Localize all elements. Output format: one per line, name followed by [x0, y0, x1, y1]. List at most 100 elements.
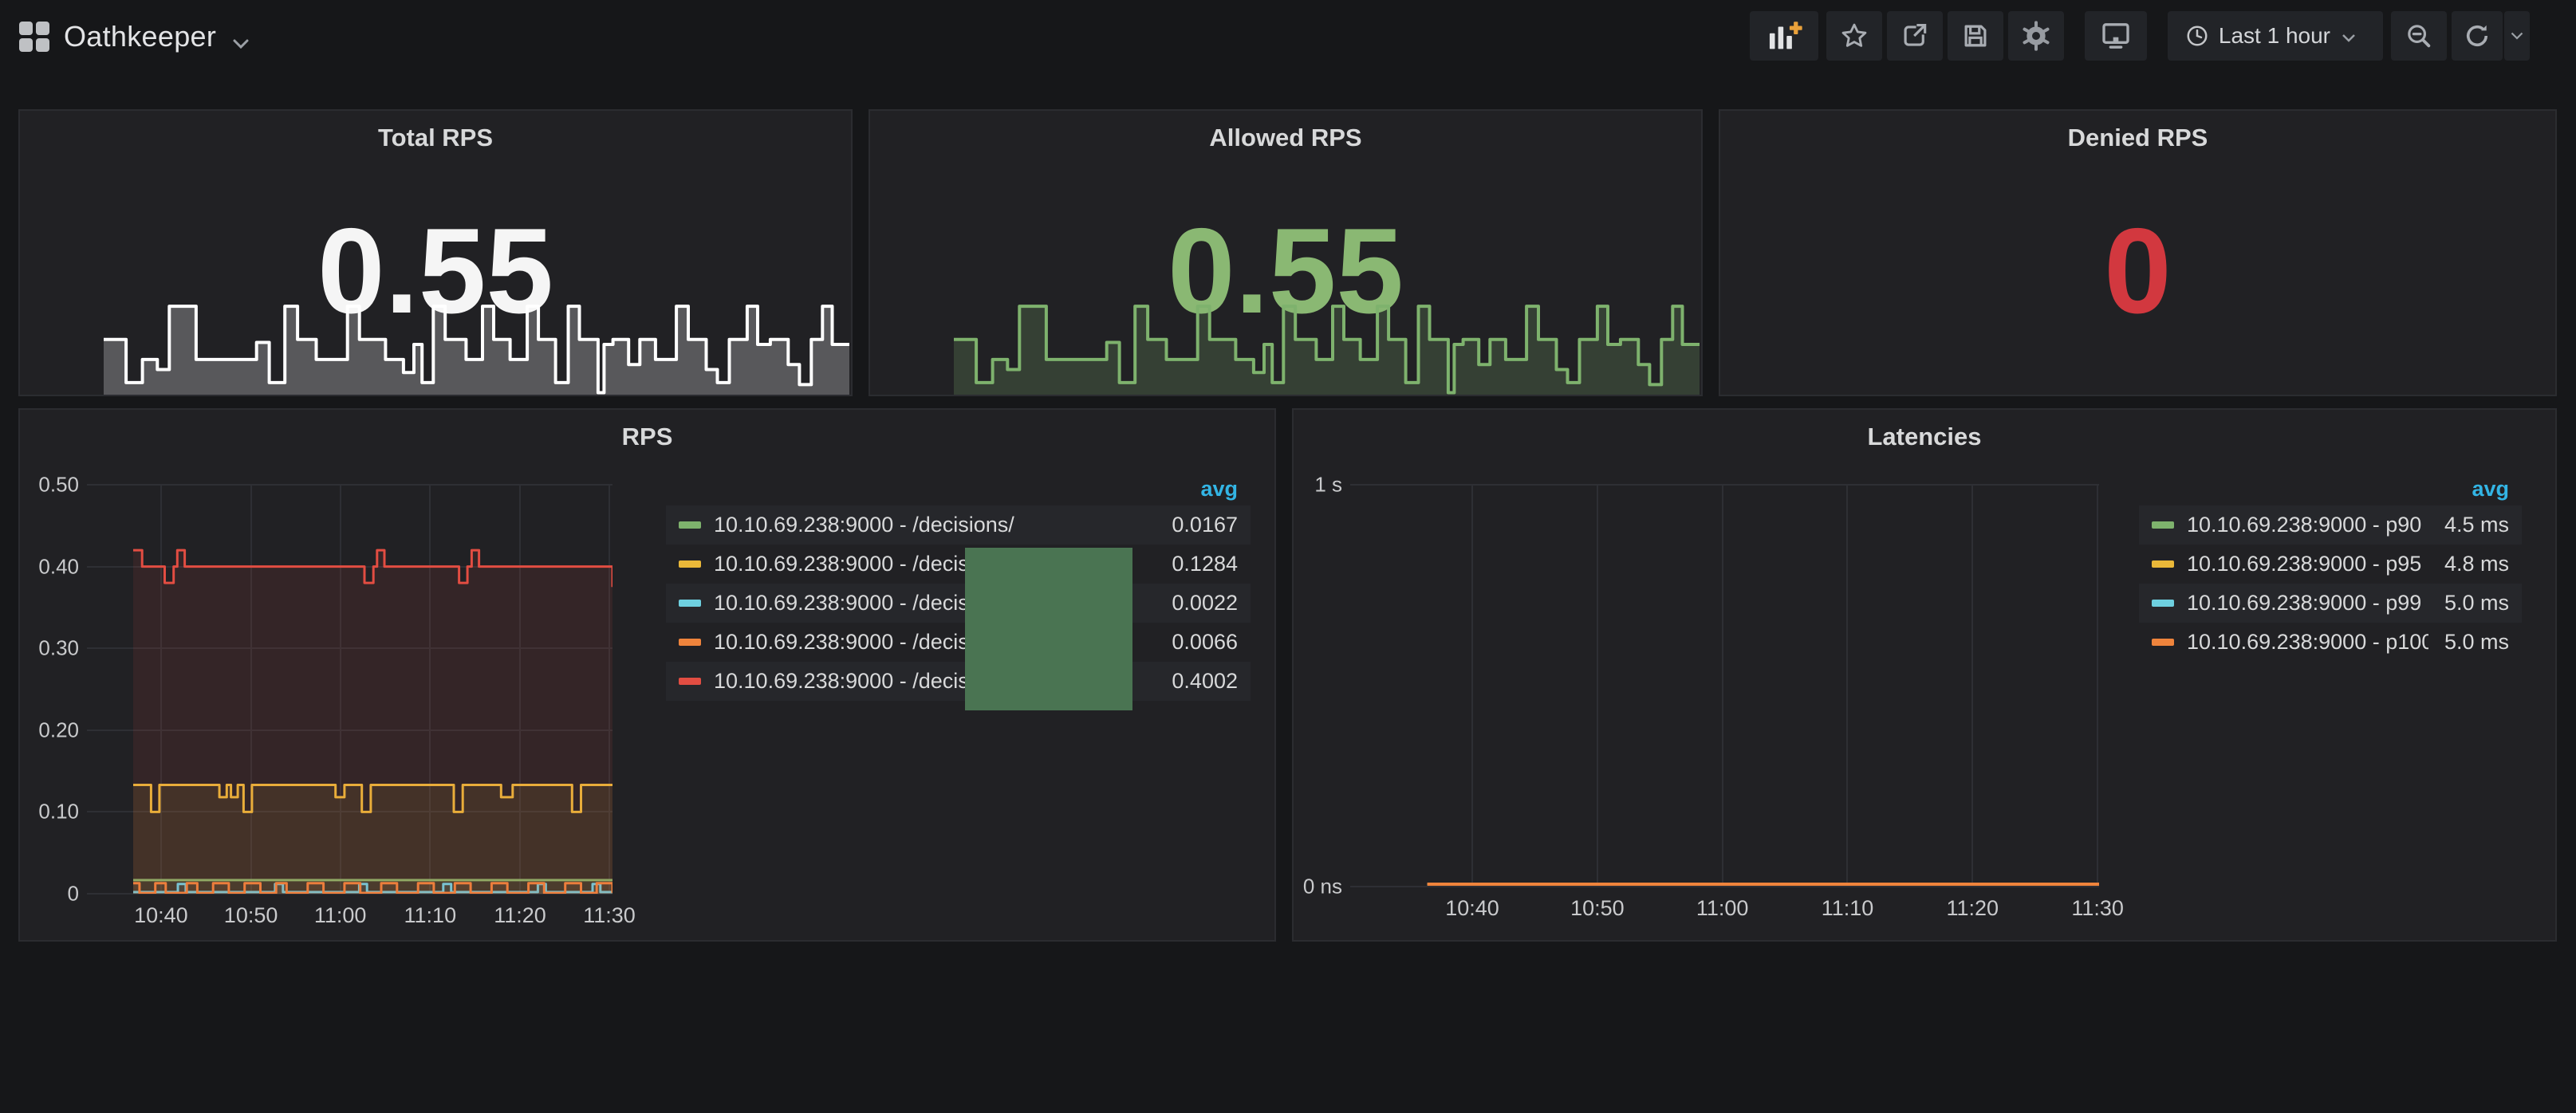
- latencies-legend: avg 10.10.69.238:9000 - p90 4.5 ms 10.10…: [2139, 472, 2522, 662]
- chevron-down-icon: [2342, 23, 2365, 49]
- series-color-swatch[interactable]: [679, 600, 701, 607]
- axis-tick-label: 1 s: [1314, 473, 1342, 498]
- panel-title[interactable]: Latencies: [1294, 423, 2555, 451]
- axis-tick-label: 10:50: [224, 903, 278, 928]
- series-name[interactable]: 10.10.69.238:9000 - /decisions/: [714, 513, 1156, 537]
- legend-row[interactable]: 10.10.69.238:9000 - /decisions/ 0.1284: [666, 545, 1251, 584]
- axis-tick-label: 11:10: [1822, 896, 1874, 921]
- axis-tick-label: 0.50: [38, 473, 79, 498]
- cycle-view-button[interactable]: [2085, 11, 2147, 61]
- sparkline: [104, 294, 849, 395]
- axis-tick-label: 11:10: [404, 903, 457, 928]
- series-name[interactable]: 10.10.69.238:9000 - p100: [2187, 630, 2428, 655]
- star-icon: [1839, 21, 1869, 51]
- dashboard-toolbar: Last 1 hour: [1750, 11, 2530, 61]
- dashboard-title-dropdown[interactable]: Oathkeeper: [64, 0, 250, 73]
- axis-tick-label: 0 ns: [1303, 875, 1342, 899]
- panel-total-rps: Total RPS 0.55: [18, 109, 853, 396]
- axis-tick-label: 0.40: [38, 554, 79, 579]
- series-name[interactable]: 10.10.69.238:9000 - p90: [2187, 513, 2428, 537]
- refresh-button[interactable]: [2452, 11, 2503, 61]
- panel-title[interactable]: Allowed RPS: [870, 124, 1701, 152]
- axis-tick-label: 0: [68, 882, 79, 907]
- series-color-swatch[interactable]: [2152, 521, 2174, 529]
- axis-tick-label: 0.30: [38, 636, 79, 661]
- rps-plot-area[interactable]: [87, 485, 612, 894]
- series-color-swatch[interactable]: [679, 639, 701, 646]
- gear-icon: [2020, 20, 2052, 52]
- singlestat-value: 0: [1720, 210, 2555, 332]
- legend-row[interactable]: 10.10.69.238:9000 - /decisions/ 0.0167: [666, 505, 1251, 545]
- sparkline: [954, 294, 1700, 395]
- panel-denied-rps: Denied RPS 0: [1719, 109, 2557, 396]
- legend-row[interactable]: 10.10.69.238:9000 - p100 5.0 ms: [2139, 623, 2522, 662]
- series-avg-value: 0.4002: [1172, 669, 1238, 694]
- latencies-plot-area[interactable]: [1350, 485, 2099, 887]
- latencies-chart: [1350, 485, 2099, 887]
- monitor-icon: [2100, 20, 2132, 52]
- panel-title[interactable]: Total RPS: [20, 124, 851, 152]
- star-button[interactable]: [1826, 11, 1882, 61]
- rps-legend: avg 10.10.69.238:9000 - /decisions/ 0.01…: [666, 472, 1251, 701]
- time-range-label: Last 1 hour: [2219, 23, 2330, 49]
- settings-button[interactable]: [2008, 11, 2064, 61]
- time-range-picker[interactable]: Last 1 hour: [2168, 11, 2383, 61]
- series-avg-value: 4.8 ms: [2444, 552, 2509, 576]
- series-color-swatch[interactable]: [2152, 560, 2174, 568]
- rps-chart: [87, 485, 612, 894]
- legend-header: avg: [2139, 472, 2522, 505]
- series-color-swatch[interactable]: [679, 678, 701, 685]
- axis-tick-label: 10:40: [134, 903, 188, 928]
- series-name[interactable]: 10.10.69.238:9000 - p99: [2187, 591, 2428, 615]
- share-button[interactable]: [1887, 11, 1943, 61]
- series-color-swatch[interactable]: [2152, 639, 2174, 646]
- series-color-swatch[interactable]: [679, 560, 701, 568]
- legend-header: avg: [666, 472, 1251, 505]
- panel-title[interactable]: Denied RPS: [1720, 124, 2555, 152]
- series-avg-value: 4.5 ms: [2444, 513, 2509, 537]
- legend-row[interactable]: 10.10.69.238:9000 - /decisions/ 0.0066: [666, 623, 1251, 662]
- chevron-down-icon: [2511, 32, 2523, 40]
- dashboard-title: Oathkeeper: [64, 20, 216, 53]
- grid-icon[interactable]: [18, 21, 50, 53]
- axis-tick-label: 11:00: [314, 903, 367, 928]
- series-avg-value: 5.0 ms: [2444, 630, 2509, 655]
- axis-tick-label: 11:20: [1947, 896, 1999, 921]
- panel-allowed-rps: Allowed RPS 0.55: [869, 109, 1703, 396]
- y-axis: 0.500.400.300.200.100: [20, 485, 79, 894]
- refresh-interval-dropdown[interactable]: [2504, 11, 2530, 61]
- axis-tick-label: 0.10: [38, 800, 79, 824]
- x-axis: 10:4010:5011:0011:1011:2011:30: [87, 903, 612, 935]
- zoom-out-button[interactable]: [2391, 11, 2447, 61]
- allowed-rps-sparkline-chart: [954, 294, 1700, 395]
- axis-tick-label: 11:30: [2071, 896, 2124, 921]
- legend-row[interactable]: 10.10.69.238:9000 - p90 4.5 ms: [2139, 505, 2522, 545]
- chevron-down-icon: [232, 23, 250, 57]
- x-axis: 10:4010:5011:0011:1011:2011:30: [1350, 896, 2099, 928]
- series-avg-value: 0.0022: [1172, 591, 1238, 615]
- series-avg-value: 0.1284: [1172, 552, 1238, 576]
- series-name[interactable]: 10.10.69.238:9000 - p95: [2187, 552, 2428, 576]
- save-button[interactable]: [1948, 11, 2003, 61]
- legend-row[interactable]: 10.10.69.238:9000 - p95 4.8 ms: [2139, 545, 2522, 584]
- axis-tick-label: 11:00: [1696, 896, 1749, 921]
- series-avg-value: 5.0 ms: [2444, 591, 2509, 615]
- share-icon: [1900, 21, 1930, 51]
- series-color-swatch[interactable]: [679, 521, 701, 529]
- legend-row[interactable]: 10.10.69.238:9000 - /decisions/ 0.0022: [666, 584, 1251, 623]
- dashboard-header: Oathkeeper: [0, 0, 2576, 73]
- refresh-icon: [2463, 22, 2491, 50]
- series-color-swatch[interactable]: [2152, 600, 2174, 607]
- y-axis: 1 s0 ns: [1294, 485, 1342, 887]
- add-panel-icon: [1766, 18, 1802, 53]
- add-panel-button[interactable]: [1750, 11, 1818, 61]
- panel-rps-graph: RPS 0.500.400.300.200.100 10:4010:5011:0…: [18, 408, 1276, 942]
- legend-row[interactable]: 10.10.69.238:9000 - /decisions/ 0.4002: [666, 662, 1251, 701]
- series-avg-value: 0.0167: [1172, 513, 1238, 537]
- total-rps-sparkline-chart: [104, 294, 849, 395]
- legend-row[interactable]: 10.10.69.238:9000 - p99 5.0 ms: [2139, 584, 2522, 623]
- clock-icon: [2185, 24, 2209, 48]
- legend-avg-header[interactable]: avg: [1200, 477, 1238, 501]
- legend-avg-header[interactable]: avg: [2472, 477, 2509, 501]
- panel-title[interactable]: RPS: [20, 423, 1274, 451]
